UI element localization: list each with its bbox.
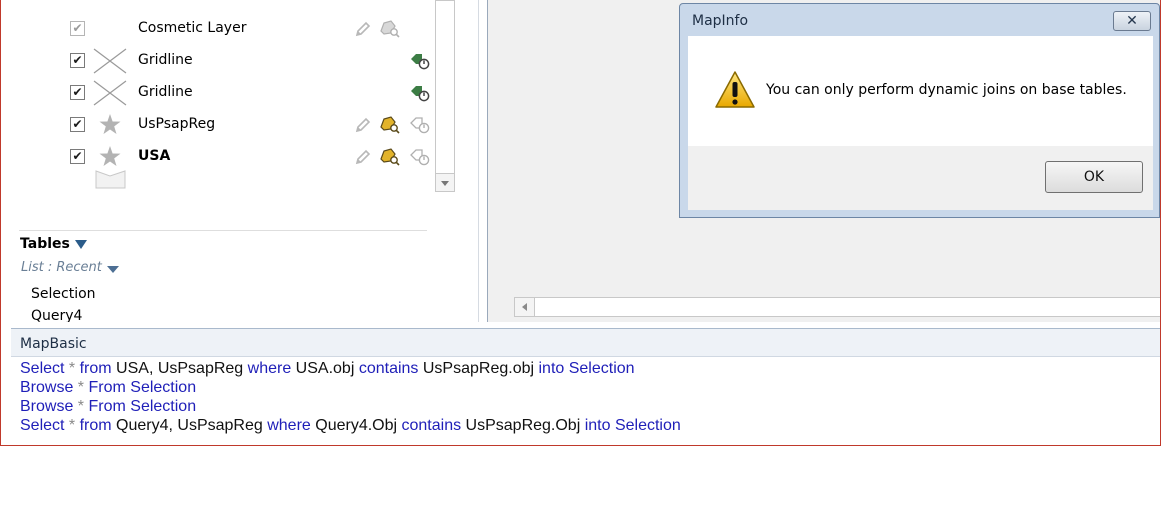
list-mode-dropdown-icon[interactable] (107, 266, 119, 273)
auto-label-icon[interactable] (409, 83, 430, 103)
dialog-footer: OK (688, 146, 1153, 210)
code-identifier: Query4.Obj (310, 417, 402, 434)
code-operator: * (73, 398, 89, 415)
code-keyword: Select (20, 360, 65, 377)
code-keyword: from (79, 417, 112, 434)
selectable-icon[interactable] (379, 115, 400, 135)
table-item-selection[interactable]: Selection (31, 286, 96, 302)
layer-visibility-checkbox[interactable]: ✔ (70, 21, 85, 36)
mapbasic-code-line: Browse * From Selection (20, 397, 681, 416)
auto-label-icon[interactable] (409, 51, 430, 71)
dialog-body: You can only perform dynamic joins on ba… (688, 36, 1153, 146)
layer-control-panel: ✔ Cosmetic Layer ✔ Gridline ✔ Gridline ✔ UsPsap… (11, 0, 479, 322)
code-keyword: Selection (130, 379, 197, 396)
warning-icon (714, 70, 756, 110)
mapbasic-header: MapBasic (11, 329, 1160, 357)
mapbasic-code-line: Select * from Query4, UsPsapReg where Qu… (20, 416, 681, 435)
ok-button[interactable]: OK (1045, 161, 1143, 193)
mapbasic-window: MapBasic Select * from USA, UsPsapReg wh… (11, 328, 1160, 445)
code-keyword: into (538, 360, 565, 377)
tables-section-title: Tables (20, 236, 70, 252)
mapinfo-message-dialog: MapInfo ✕ You can only perform dynamic j… (679, 3, 1160, 218)
layer-visibility-checkbox[interactable]: ✔ (70, 117, 85, 132)
code-keyword: contains (358, 360, 419, 377)
tables-list-mode[interactable]: List : Recent (21, 260, 102, 275)
editable-pencil-icon[interactable] (353, 115, 373, 135)
region-style-icon (95, 169, 126, 189)
code-identifier: UsPsapReg.obj (418, 360, 539, 377)
code-identifier: USA.obj (291, 360, 359, 377)
layer-name[interactable]: Cosmetic Layer (138, 20, 246, 36)
code-identifier: Query4, UsPsapReg (111, 417, 268, 434)
line-style-icon (93, 80, 127, 106)
tables-collapse-triangle-icon[interactable] (75, 240, 87, 249)
mapinfo-app-window: ✔ Cosmetic Layer ✔ Gridline ✔ Gridline ✔ UsPsap… (0, 0, 1161, 446)
code-keyword: Selection (614, 417, 681, 434)
code-keyword: Selection (130, 398, 197, 415)
table-item-query4[interactable]: Query4 (31, 308, 82, 322)
map-horizontal-scrollbar[interactable] (514, 297, 1160, 317)
code-operator: * (73, 379, 89, 396)
editable-pencil-icon[interactable] (353, 19, 373, 39)
code-keyword: From (88, 379, 126, 396)
point-style-star-icon (93, 112, 127, 138)
auto-label-icon[interactable] (409, 147, 430, 167)
layer-name[interactable]: UsPsapReg (138, 116, 215, 132)
layer-list-scrollbar[interactable] (435, 0, 455, 192)
scroll-left-arrow-icon[interactable] (515, 298, 535, 316)
mapbasic-code-line: Browse * From Selection (20, 378, 681, 397)
mapbasic-code-editor[interactable]: Select * from USA, UsPsapReg where USA.o… (20, 359, 681, 435)
code-keyword: Select (20, 417, 65, 434)
editable-pencil-icon[interactable] (353, 147, 373, 167)
dialog-close-button[interactable]: ✕ (1113, 11, 1151, 31)
layer-panel-map-header (47, 0, 427, 2)
mapbasic-code-line: Select * from USA, UsPsapReg where USA.o… (20, 359, 681, 378)
code-keyword: Browse (20, 398, 74, 415)
selectable-icon[interactable] (379, 19, 400, 39)
code-keyword: Selection (568, 360, 635, 377)
point-style-star-icon (93, 144, 127, 170)
scroll-down-arrow-icon[interactable] (436, 173, 454, 191)
code-keyword: where (267, 417, 311, 434)
code-keyword: Browse (20, 379, 74, 396)
dialog-title: MapInfo (692, 13, 749, 29)
layer-row[interactable]: ✔ Gridline (11, 78, 441, 108)
layer-row[interactable]: ✔ UsPsapReg (11, 110, 441, 140)
selectable-icon[interactable] (379, 147, 400, 167)
layer-row[interactable]: ✔ Gridline (11, 46, 441, 76)
code-identifier: UsPsapReg.Obj (461, 417, 585, 434)
layer-name[interactable]: Gridline (138, 52, 193, 68)
dialog-message: You can only perform dynamic joins on ba… (766, 82, 1127, 98)
layer-row[interactable]: ✔ Cosmetic Layer (11, 14, 441, 44)
code-keyword: into (584, 417, 611, 434)
close-icon: ✕ (1126, 13, 1138, 29)
line-style-icon (93, 48, 127, 74)
layer-visibility-checkbox[interactable]: ✔ (70, 149, 85, 164)
code-identifier: USA, UsPsapReg (111, 360, 248, 377)
layer-row[interactable]: ✔ USA (11, 142, 441, 172)
layer-visibility-checkbox[interactable]: ✔ (70, 53, 85, 68)
layer-visibility-checkbox[interactable]: ✔ (70, 85, 85, 100)
auto-label-icon[interactable] (409, 115, 430, 135)
code-operator: * (64, 417, 80, 434)
code-operator: * (64, 360, 80, 377)
mapbasic-title: MapBasic (20, 336, 87, 352)
layer-name[interactable]: USA (138, 148, 170, 164)
tables-separator (19, 230, 427, 231)
layer-name[interactable]: Gridline (138, 84, 193, 100)
code-keyword: from (79, 360, 112, 377)
code-keyword: From (88, 398, 126, 415)
code-keyword: where (247, 360, 292, 377)
code-keyword: contains (401, 417, 462, 434)
